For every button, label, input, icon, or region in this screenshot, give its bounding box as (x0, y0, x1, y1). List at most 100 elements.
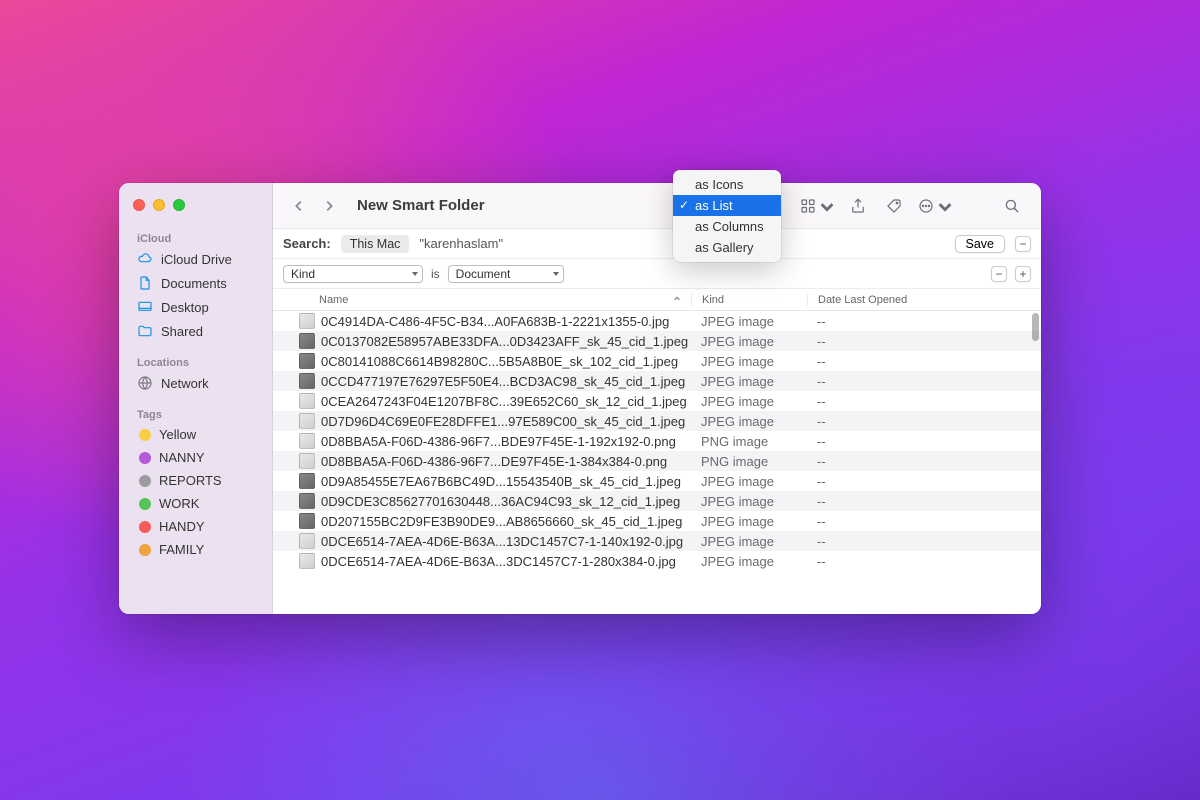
file-date: -- (807, 334, 1041, 349)
view-menu-item[interactable]: as Gallery (673, 237, 781, 258)
sidebar-item-label: HANDY (159, 519, 205, 534)
file-name: 0C0137082E58957ABE33DFA...0D3423AFF_sk_4… (321, 334, 691, 349)
file-date: -- (807, 414, 1041, 429)
menu-item-label: as Icons (695, 177, 743, 192)
search-button[interactable] (997, 192, 1027, 220)
cloud-icon (137, 251, 153, 267)
file-row[interactable]: 0C0137082E58957ABE33DFA...0D3423AFF_sk_4… (273, 331, 1041, 351)
shared-folder-icon (137, 323, 153, 339)
criteria-op: is (431, 267, 440, 281)
sidebar-item-label: Shared (161, 324, 203, 339)
view-menu-item[interactable]: ✓as List (673, 195, 781, 216)
remove-criteria-button[interactable]: − (991, 266, 1007, 282)
file-row[interactable]: 0DCE6514-7AEA-4D6E-B63A...3DC1457C7-1-28… (273, 551, 1041, 571)
file-row[interactable]: 0D9A85455E7EA67B6BC49D...15543540B_sk_45… (273, 471, 1041, 491)
file-thumbnail-icon (299, 373, 315, 389)
grouping-menu-button[interactable] (797, 192, 837, 220)
sidebar-section-locations: Locations Network (127, 353, 264, 395)
main-content: New Smart Folder Search: This Mac "karen… (273, 183, 1041, 614)
file-name: 0D7D96D4C69E0FE28DFFE1...97E589C00_sk_45… (321, 414, 691, 429)
zoom-button[interactable] (173, 199, 185, 211)
tag-dot-icon (139, 544, 151, 556)
tag-dot-icon (139, 429, 151, 441)
file-row[interactable]: 0DCE6514-7AEA-4D6E-B63A...13DC1457C7-1-1… (273, 531, 1041, 551)
sidebar-item-icloud-drive[interactable]: iCloud Drive (127, 247, 264, 271)
action-menu-button[interactable] (915, 192, 955, 220)
file-list[interactable]: 0C4914DA-C486-4F5C-B34...A0FA683B-1-2221… (273, 311, 1041, 614)
sidebar-item-tag[interactable]: Yellow (127, 423, 264, 446)
scope-this-mac[interactable]: This Mac (341, 235, 410, 253)
sidebar-item-desktop[interactable]: Desktop (127, 295, 264, 319)
file-kind: PNG image (691, 434, 807, 449)
file-date: -- (807, 474, 1041, 489)
file-row[interactable]: 0C4914DA-C486-4F5C-B34...A0FA683B-1-2221… (273, 311, 1041, 331)
scope-user[interactable]: "karenhaslam" (419, 236, 503, 251)
checkmark-icon: ✓ (679, 198, 689, 212)
traffic-lights (133, 199, 185, 211)
file-kind: JPEG image (691, 474, 807, 489)
criteria-value-select[interactable]: Document (448, 265, 564, 283)
column-date[interactable]: Date Last Opened (807, 294, 1041, 306)
file-row[interactable]: 0CEA2647243F04E1207BF8C...39E652C60_sk_1… (273, 391, 1041, 411)
remove-search-button[interactable]: − (1015, 236, 1031, 252)
view-menu-item[interactable]: as Columns (673, 216, 781, 237)
menu-item-label: as Columns (695, 219, 764, 234)
file-thumbnail-icon (299, 473, 315, 489)
sort-indicator-icon (673, 294, 681, 306)
file-name: 0D9CDE3C85627701630448...36AC94C93_sk_12… (321, 494, 691, 509)
file-row[interactable]: 0D8BBA5A-F06D-4386-96F7...BDE97F45E-1-19… (273, 431, 1041, 451)
save-button[interactable]: Save (955, 235, 1006, 253)
sidebar-item-tag[interactable]: REPORTS (127, 469, 264, 492)
sidebar-item-tag[interactable]: WORK (127, 492, 264, 515)
file-thumbnail-icon (299, 353, 315, 369)
minimize-button[interactable] (153, 199, 165, 211)
sidebar-content: iCloud iCloud Drive Documents Desktop Sh… (119, 229, 272, 571)
file-date: -- (807, 494, 1041, 509)
tags-button[interactable] (879, 192, 909, 220)
sidebar-item-shared[interactable]: Shared (127, 319, 264, 343)
sidebar-item-documents[interactable]: Documents (127, 271, 264, 295)
nav-back-button[interactable] (287, 192, 311, 220)
file-name: 0CEA2647243F04E1207BF8C...39E652C60_sk_1… (321, 394, 691, 409)
column-name[interactable]: Name (273, 294, 691, 306)
file-kind: JPEG image (691, 534, 807, 549)
file-date: -- (807, 314, 1041, 329)
file-name: 0D9A85455E7EA67B6BC49D...15543540B_sk_45… (321, 474, 691, 489)
close-button[interactable] (133, 199, 145, 211)
file-row[interactable]: 0D207155BC2D9FE3B90DE9...AB8656660_sk_45… (273, 511, 1041, 531)
scrollbar[interactable] (1032, 313, 1039, 341)
criteria-field-select[interactable]: Kind (283, 265, 423, 283)
sidebar-item-network[interactable]: Network (127, 371, 264, 395)
nav-forward-button[interactable] (317, 192, 341, 220)
file-thumbnail-icon (299, 333, 315, 349)
sidebar-item-label: Documents (161, 276, 227, 291)
file-date: -- (807, 434, 1041, 449)
file-thumbnail-icon (299, 493, 315, 509)
column-kind[interactable]: Kind (691, 294, 807, 306)
file-thumbnail-icon (299, 413, 315, 429)
sidebar-item-tag[interactable]: FAMILY (127, 538, 264, 561)
tag-dot-icon (139, 498, 151, 510)
view-menu-item[interactable]: as Icons (673, 174, 781, 195)
file-kind: JPEG image (691, 334, 807, 349)
file-date: -- (807, 534, 1041, 549)
sidebar-item-tag[interactable]: NANNY (127, 446, 264, 469)
sidebar-item-tag[interactable]: HANDY (127, 515, 264, 538)
file-kind: JPEG image (691, 494, 807, 509)
file-name: 0D8BBA5A-F06D-4386-96F7...BDE97F45E-1-19… (321, 434, 691, 449)
file-kind: JPEG image (691, 414, 807, 429)
add-criteria-button[interactable]: + (1015, 266, 1031, 282)
file-row[interactable]: 0C80141088C6614B98280C...5B5A8B0E_sk_102… (273, 351, 1041, 371)
file-thumbnail-icon (299, 533, 315, 549)
file-thumbnail-icon (299, 513, 315, 529)
file-name: 0DCE6514-7AEA-4D6E-B63A...13DC1457C7-1-1… (321, 534, 691, 549)
file-row[interactable]: 0D9CDE3C85627701630448...36AC94C93_sk_12… (273, 491, 1041, 511)
file-row[interactable]: 0D8BBA5A-F06D-4386-96F7...DE97F45E-1-384… (273, 451, 1041, 471)
share-button[interactable] (843, 192, 873, 220)
file-date: -- (807, 374, 1041, 389)
file-row[interactable]: 0CCD477197E76297E5F50E4...BCD3AC98_sk_45… (273, 371, 1041, 391)
file-thumbnail-icon (299, 553, 315, 569)
file-row[interactable]: 0D7D96D4C69E0FE28DFFE1...97E589C00_sk_45… (273, 411, 1041, 431)
file-name: 0C4914DA-C486-4F5C-B34...A0FA683B-1-2221… (321, 314, 691, 329)
sidebar-item-label: Desktop (161, 300, 209, 315)
